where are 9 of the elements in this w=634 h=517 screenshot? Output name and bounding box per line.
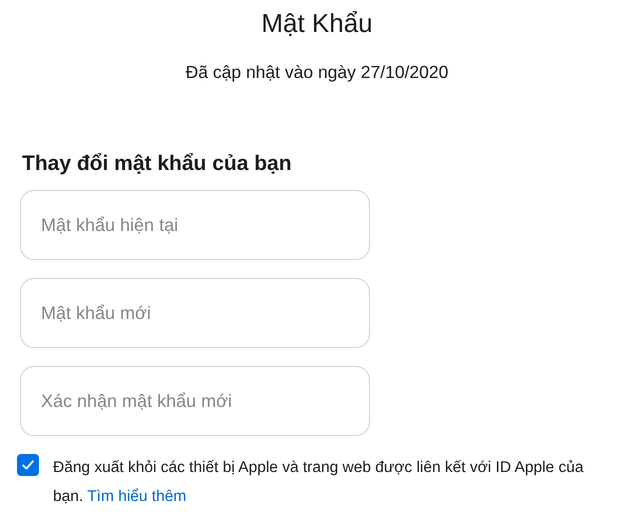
page-title: Mật Khẩu	[261, 7, 373, 40]
learn-more-link[interactable]: Tìm hiểu thêm	[87, 488, 186, 505]
sign-out-label: Đăng xuất khỏi các thiết bị Apple và trang web được liên kết với ID Apple của bạn. Tìm hiểu thêm	[53, 458, 584, 507]
password-field[interactable]: Mật khẩu hiện tại	[20, 190, 370, 260]
checkbox[interactable]	[17, 454, 39, 476]
password-field[interactable]: Xác nhận mật khẩu mới	[20, 366, 370, 436]
updated-date: Đã cập nhật vào ngày 27/10/2020	[186, 61, 448, 84]
password-field[interactable]: Mật khẩu mới	[20, 278, 370, 348]
section-heading: Thay đổi mật khẩu của bạn	[22, 151, 292, 177]
